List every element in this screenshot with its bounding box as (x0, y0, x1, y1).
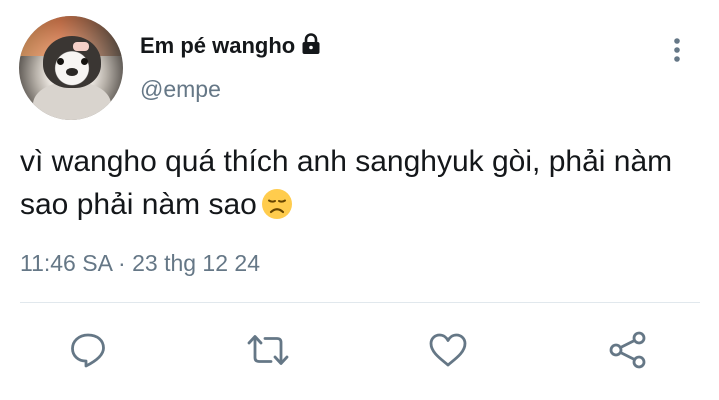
lock-icon (301, 33, 321, 61)
tweet-text: vì wangho quá thích anh sanghyuk gòi, ph… (20, 140, 700, 232)
reply-icon (69, 332, 107, 373)
heart-icon (428, 332, 468, 373)
avatar-bow (73, 42, 89, 51)
divider (20, 302, 700, 303)
retweet-button[interactable] (246, 332, 290, 372)
share-button[interactable] (608, 330, 648, 375)
avatar-penguin-head (43, 36, 101, 88)
disappointed-face-emoji (261, 188, 293, 232)
display-name[interactable]: Em pé wangho (140, 33, 295, 58)
more-options-icon[interactable] (668, 37, 686, 63)
reply-button[interactable] (68, 332, 108, 372)
avatar-beak (66, 68, 78, 76)
retweet-icon (246, 333, 290, 372)
share-icon (608, 330, 648, 375)
tweet-text-content: vì wangho quá thích anh sanghyuk gòi, ph… (20, 145, 673, 221)
avatar[interactable] (19, 16, 123, 120)
avatar-eye-right (81, 58, 88, 65)
avatar-eye-left (57, 58, 64, 65)
like-button[interactable] (428, 332, 468, 372)
display-name-row[interactable]: Em pé wangho (140, 33, 321, 61)
tweet-timestamp[interactable]: 11:46 SA · 23 thg 12 24 (20, 250, 260, 277)
user-handle[interactable]: @empe (140, 76, 221, 103)
